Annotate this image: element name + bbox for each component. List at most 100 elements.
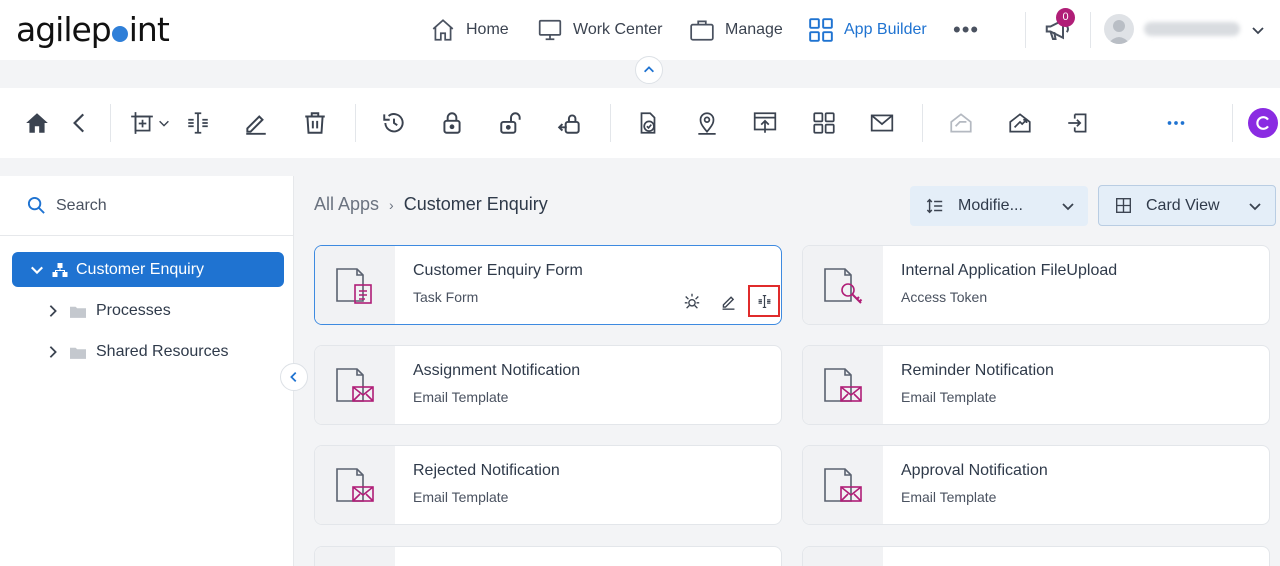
- divider: [1025, 12, 1026, 48]
- edit-icon[interactable]: [717, 290, 739, 312]
- card-subtitle: Access Token: [901, 289, 988, 305]
- notification-count-badge: 0: [1056, 8, 1075, 27]
- apps-grid-icon[interactable]: [810, 109, 838, 137]
- tree-item-customer-enquiry[interactable]: Customer Enquiry: [12, 252, 284, 287]
- card-rejected-notification[interactable]: Rejected Notification Email Template: [314, 445, 782, 525]
- more-menu-button[interactable]: •••: [953, 19, 979, 41]
- rename-icon[interactable]: [748, 285, 780, 317]
- chevron-down-icon: [30, 263, 44, 277]
- divider: [355, 104, 356, 142]
- divider: [1232, 104, 1233, 142]
- divider: [110, 104, 111, 142]
- sort-icon: [926, 197, 944, 215]
- breadcrumb-separator: ›: [389, 196, 394, 213]
- briefcase-icon: [689, 17, 715, 43]
- divider: [1090, 12, 1091, 48]
- card-title: Approval Notification: [901, 462, 1048, 479]
- card-subtitle: Email Template: [413, 389, 509, 405]
- card-approval-notification[interactable]: Approval Notification Email Template: [802, 445, 1270, 525]
- card-partial[interactable]: [802, 546, 1270, 566]
- chevron-down-icon: [1060, 198, 1076, 214]
- email-template-icon: [803, 346, 883, 424]
- card-title: Customer Enquiry Form: [413, 262, 583, 279]
- check-in-icon[interactable]: [556, 109, 584, 137]
- view-dropdown[interactable]: Card View: [1098, 185, 1276, 226]
- tree-item-processes[interactable]: Processes: [46, 299, 171, 323]
- debug-icon[interactable]: [681, 290, 703, 312]
- chevron-down-icon: [1247, 198, 1263, 214]
- export-icon[interactable]: [1006, 109, 1034, 137]
- access-token-icon: [803, 246, 883, 324]
- refresh-icon[interactable]: [1248, 108, 1278, 138]
- chevron-down-icon[interactable]: [1250, 22, 1266, 38]
- nav-manage[interactable]: Manage: [689, 14, 783, 46]
- sort-dropdown[interactable]: Modifie...: [910, 186, 1088, 226]
- location-icon[interactable]: [693, 109, 721, 137]
- card-partial[interactable]: [314, 546, 782, 566]
- publish-icon[interactable]: [751, 109, 779, 137]
- unlock-icon[interactable]: [497, 109, 525, 137]
- sidebar: Search Customer Enquiry Processes Shared…: [0, 176, 294, 566]
- divider: [610, 104, 611, 142]
- card-reminder-notification[interactable]: Reminder Notification Email Template: [802, 345, 1270, 425]
- agilepoint-logo[interactable]: agilep int: [16, 10, 170, 49]
- card-customer-enquiry-form[interactable]: Customer Enquiry Form Task Form: [314, 245, 782, 325]
- home-icon: [430, 17, 456, 43]
- folder-icon: [70, 346, 86, 359]
- search-input[interactable]: Search: [0, 176, 294, 236]
- top-navigation-bar: agilep int Home Work Center Manage App Bu…: [0, 0, 1280, 60]
- nav-home[interactable]: Home: [430, 14, 509, 46]
- card-title: Rejected Notification: [413, 462, 560, 479]
- card-title: Internal Application FileUpload: [901, 262, 1118, 279]
- card-title: Reminder Notification: [901, 362, 1054, 379]
- lock-icon[interactable]: [438, 109, 466, 137]
- import-icon[interactable]: [1064, 109, 1092, 137]
- nav-work-center[interactable]: Work Center: [537, 14, 663, 46]
- card-icon-placeholder: [315, 547, 395, 566]
- card-assignment-notification[interactable]: Assignment Notification Email Template: [314, 345, 782, 425]
- back-icon[interactable]: [66, 109, 94, 137]
- breadcrumb-current: Customer Enquiry: [403, 194, 548, 214]
- delete-icon[interactable]: [301, 109, 329, 137]
- email-template-icon: [315, 446, 395, 524]
- edit-icon[interactable]: [242, 109, 270, 137]
- collapse-header-button[interactable]: [635, 56, 663, 84]
- card-subtitle: Email Template: [901, 389, 997, 405]
- email-template-icon: [803, 446, 883, 524]
- monitor-icon: [537, 17, 563, 43]
- chevron-left-icon: [287, 370, 301, 384]
- card-icon-placeholder: [803, 547, 883, 566]
- card-subtitle: Task Form: [413, 289, 479, 305]
- grid-icon: [808, 17, 834, 43]
- rename-icon[interactable]: [184, 109, 212, 137]
- breadcrumb-all-apps[interactable]: All Apps: [314, 194, 379, 215]
- logo-dot: [111, 26, 128, 42]
- add-icon[interactable]: [128, 109, 156, 137]
- chevron-right-icon: [46, 345, 60, 359]
- collapse-sidebar-button[interactable]: [280, 363, 308, 391]
- card-subtitle: Email Template: [901, 489, 997, 505]
- task-form-icon: [315, 246, 395, 324]
- mail-icon[interactable]: [868, 109, 896, 137]
- breadcrumb: All Apps › Customer Enquiry: [314, 194, 548, 215]
- app-toolbar: [0, 88, 1280, 158]
- history-icon[interactable]: [380, 109, 408, 137]
- email-template-icon: [315, 346, 395, 424]
- avatar[interactable]: [1104, 14, 1134, 44]
- more-horizontal-icon[interactable]: [1162, 109, 1190, 137]
- card-view-icon: [1115, 197, 1132, 214]
- folder-icon: [70, 305, 86, 318]
- divider: [922, 104, 923, 142]
- validate-icon[interactable]: [634, 109, 662, 137]
- search-icon: [27, 196, 46, 215]
- chevron-down-icon[interactable]: [155, 109, 173, 137]
- app-hierarchy-icon: [52, 262, 68, 278]
- share-disabled-icon: [947, 109, 975, 137]
- user-name[interactable]: [1144, 22, 1240, 36]
- chevron-up-icon: [642, 63, 656, 77]
- nav-app-builder[interactable]: App Builder: [808, 14, 927, 46]
- card-internal-application-fileupload[interactable]: Internal Application FileUpload Access T…: [802, 245, 1270, 325]
- card-title: Assignment Notification: [413, 362, 581, 379]
- home-icon[interactable]: [23, 109, 51, 137]
- tree-item-shared-resources[interactable]: Shared Resources: [46, 340, 229, 364]
